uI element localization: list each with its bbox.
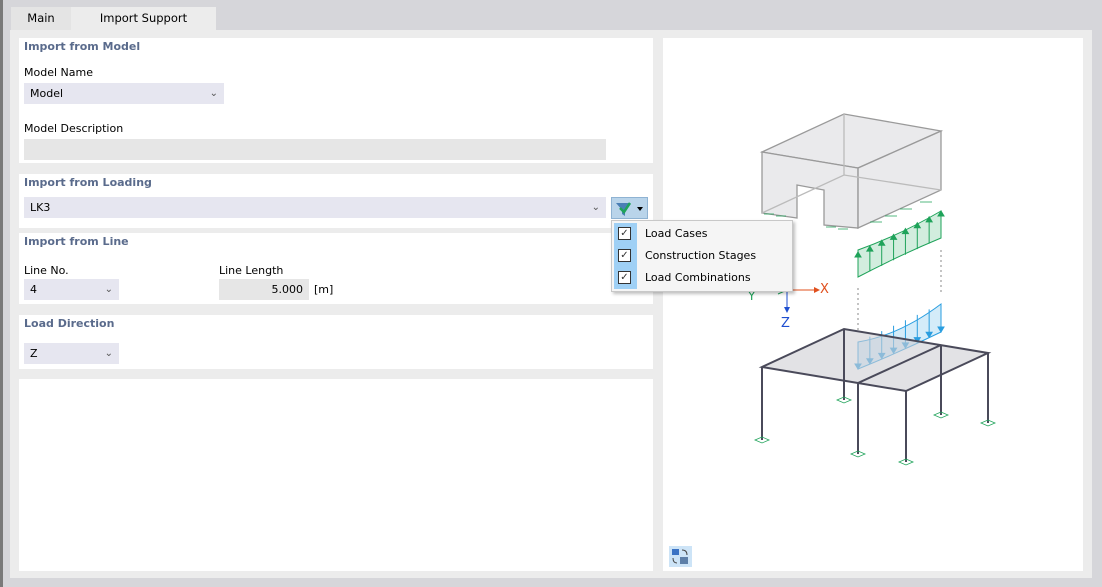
- model-description-label: Model Description: [24, 122, 124, 135]
- model-name-label: Model Name: [24, 66, 93, 79]
- z-axis-label: Z: [781, 316, 790, 331]
- frame: [758, 327, 992, 462]
- checkbox-checked-icon[interactable]: ✓: [618, 271, 631, 284]
- chevron-down-icon: ⌄: [209, 88, 218, 99]
- import-from-loading-section: Import from Loading LK3 ⌄: [19, 174, 653, 228]
- model-preview-viewport[interactable]: X Z Y: [663, 38, 1083, 571]
- loading-select[interactable]: LK3 ⌄: [24, 197, 606, 218]
- line-no-select[interactable]: 4 ⌄: [24, 279, 119, 300]
- loading-filter-button[interactable]: [611, 197, 648, 219]
- section-title: Import from Model: [24, 40, 141, 53]
- window-edge: [0, 0, 3, 587]
- dropdown-arrow-icon: [637, 207, 643, 211]
- model-name-select[interactable]: Model ⌄: [24, 83, 224, 104]
- view-switch-icon: [672, 549, 688, 564]
- column-supports: [753, 396, 997, 466]
- chevron-down-icon: ⌄: [591, 202, 600, 213]
- import-from-line-section: Import from Line Line No. 4 ⌄ Line Length…: [19, 233, 653, 304]
- checkbox-checked-icon[interactable]: ✓: [618, 227, 631, 240]
- section-title: Import from Line: [24, 235, 129, 248]
- load-direction-select[interactable]: Z ⌄: [24, 343, 119, 364]
- tab-main[interactable]: Main: [11, 7, 71, 30]
- import-from-model-section: Import from Model Model Name Model ⌄ Mode…: [19, 38, 653, 163]
- line-length-label: Line Length: [219, 264, 284, 277]
- model-name-value: Model: [30, 87, 64, 100]
- load-direction-section: Load Direction Z ⌄: [19, 315, 653, 369]
- structure-diagram: X Z Y: [747, 113, 997, 466]
- model-description-field[interactable]: [24, 139, 606, 160]
- load-direction-value: Z: [30, 347, 38, 360]
- menu-item-label: Construction Stages: [645, 249, 757, 262]
- menu-item-load-combinations[interactable]: ✓ Load Combinations: [612, 267, 792, 289]
- section-title: Load Direction: [24, 317, 115, 330]
- filter-check-icon: [616, 202, 643, 216]
- menu-item-label: Load Cases: [645, 227, 708, 240]
- line-length-field: 5.000: [219, 279, 309, 300]
- line-no-label: Line No.: [24, 264, 69, 277]
- section-title: Import from Loading: [24, 176, 152, 189]
- x-axis-label: X: [820, 282, 829, 297]
- checkbox-checked-icon[interactable]: ✓: [618, 249, 631, 262]
- menu-item-label: Load Combinations: [645, 271, 751, 284]
- empty-section: [19, 379, 653, 571]
- building-box: [759, 113, 944, 230]
- loading-filter-menu: ✓ Load Cases ✓ Construction Stages ✓ Load C…: [611, 220, 793, 292]
- view-toggle-button[interactable]: [669, 546, 692, 567]
- loading-value: LK3: [30, 201, 51, 214]
- chevron-down-icon: ⌄: [104, 348, 113, 359]
- menu-item-construction-stages[interactable]: ✓ Construction Stages: [612, 245, 792, 267]
- chevron-down-icon: ⌄: [104, 284, 113, 295]
- tab-import-support-reaction[interactable]: Import Support Reaction: [71, 7, 216, 48]
- line-length-unit: [m]: [314, 283, 334, 296]
- line-no-value: 4: [30, 283, 37, 296]
- menu-item-load-cases[interactable]: ✓ Load Cases: [612, 223, 792, 245]
